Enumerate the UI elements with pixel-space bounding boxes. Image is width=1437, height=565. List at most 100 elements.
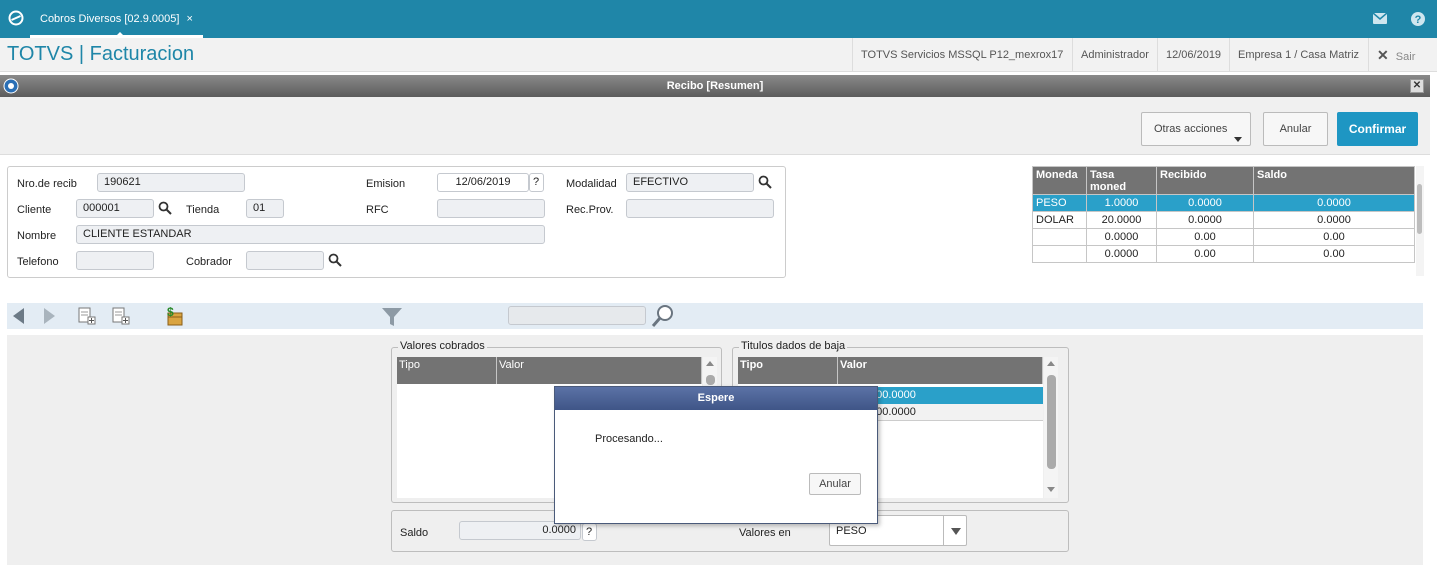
currency-grid-header: Moneda Tasa moned Recibido Saldo bbox=[1032, 166, 1415, 195]
top-tab-bar: Cobros Diversos [02.9.0005] × ? bbox=[0, 0, 1437, 38]
navigation-toolbar: $ bbox=[7, 303, 1423, 329]
other-actions-label: Otras acciones bbox=[1154, 123, 1228, 135]
tab-label: Cobros Diversos [02.9.0005] bbox=[40, 13, 180, 25]
server-info: TOTVS Servicios MSSQL P12_mexrox17 bbox=[852, 38, 1071, 72]
window-title: Recibo [Resumen] bbox=[666, 80, 764, 92]
valores-en-value: PESO bbox=[836, 525, 867, 537]
window-logo-icon bbox=[3, 78, 19, 94]
window-title-bar: Recibo [Resumen] ✕ bbox=[0, 75, 1430, 97]
company-info: Empresa 1 / Casa Matriz bbox=[1229, 38, 1367, 72]
totvs-logo-icon bbox=[8, 10, 24, 26]
user-info: Administrador bbox=[1072, 38, 1157, 72]
titulos-scrollbar[interactable] bbox=[1044, 357, 1058, 498]
receipt-form: Nro.de recib 190621 Emision 12/06/2019 ?… bbox=[7, 166, 786, 278]
nombre-label: Nombre bbox=[17, 230, 57, 242]
saldo-label: Saldo bbox=[400, 527, 429, 539]
action-bar: Otras acciones Anular Confirmar bbox=[0, 97, 1430, 155]
dialog-message: Procesando... bbox=[595, 433, 663, 445]
col-tipo[interactable]: Tipo bbox=[397, 357, 497, 384]
col-saldo[interactable]: Saldo bbox=[1253, 166, 1415, 195]
mail-icon[interactable] bbox=[1373, 13, 1387, 24]
window-close-icon[interactable]: ✕ bbox=[1410, 79, 1424, 93]
close-icon: ✕ bbox=[1377, 47, 1389, 63]
wait-dialog: Espere Procesando... Anular bbox=[554, 386, 878, 524]
cell bbox=[1032, 245, 1087, 263]
emision-help-button[interactable]: ? bbox=[529, 173, 544, 192]
cliente-label: Cliente bbox=[17, 204, 52, 216]
search-icon[interactable] bbox=[651, 304, 675, 328]
cell: 20.0000 bbox=[1086, 211, 1157, 229]
emision-field[interactable]: 12/06/2019 bbox=[437, 173, 529, 192]
money-box-icon[interactable]: $ bbox=[162, 305, 184, 327]
titulos-title: Titulos dados de baja bbox=[739, 340, 848, 352]
cell: 1.0000 bbox=[1086, 194, 1157, 212]
table-row[interactable]: PESO 1.0000 0.0000 0.0000 bbox=[1032, 194, 1415, 212]
col-valor[interactable]: Valor bbox=[497, 357, 702, 384]
date-info: 12/06/2019 bbox=[1157, 38, 1229, 72]
copy-document-icon[interactable] bbox=[112, 307, 130, 325]
cell: 0.00 bbox=[1253, 245, 1415, 263]
dialog-cancel-button[interactable]: Anular bbox=[809, 473, 861, 495]
exit-label: Sair bbox=[1395, 51, 1416, 63]
search-input[interactable] bbox=[508, 306, 646, 325]
tienda-label: Tienda bbox=[186, 204, 220, 216]
telefono-field[interactable] bbox=[76, 251, 154, 270]
add-document-icon[interactable] bbox=[78, 307, 96, 325]
cliente-field[interactable]: 000001 bbox=[76, 199, 154, 218]
svg-text:$: $ bbox=[167, 305, 174, 319]
currency-grid-scrollbar[interactable] bbox=[1416, 166, 1424, 276]
telefono-label: Telefono bbox=[17, 256, 59, 268]
other-actions-button[interactable]: Otras acciones bbox=[1141, 112, 1251, 146]
cell: 0.0000 bbox=[1253, 211, 1415, 229]
table-row[interactable]: 0.0000 0.00 0.00 bbox=[1032, 228, 1415, 246]
saldo-help-button[interactable]: ? bbox=[582, 523, 597, 541]
emision-label: Emision bbox=[366, 178, 406, 190]
search-icon[interactable] bbox=[158, 201, 172, 215]
recprov-field[interactable] bbox=[626, 199, 774, 218]
cell: 0.0000 bbox=[1086, 245, 1157, 263]
col-tasa[interactable]: Tasa moned bbox=[1086, 166, 1157, 195]
col-recibido[interactable]: Recibido bbox=[1156, 166, 1254, 195]
modalidad-field[interactable]: EFECTIVO bbox=[626, 173, 754, 192]
app-header: TOTVS | Facturacion TOTVS Servicios MSSQ… bbox=[0, 38, 1437, 72]
col-valor[interactable]: Valor bbox=[838, 357, 1043, 384]
table-row[interactable]: DOLAR 20.0000 0.0000 0.0000 bbox=[1032, 211, 1415, 229]
cell: 0.0000 bbox=[1156, 194, 1254, 212]
search-icon[interactable] bbox=[758, 175, 772, 189]
cobrador-label: Cobrador bbox=[186, 256, 232, 268]
cell: 0.00 bbox=[1156, 245, 1254, 263]
search-icon[interactable] bbox=[328, 253, 342, 267]
col-moneda[interactable]: Moneda bbox=[1032, 166, 1087, 195]
dropdown-arrow-icon bbox=[1234, 137, 1242, 142]
right-edge bbox=[1430, 75, 1437, 565]
cobrador-field[interactable] bbox=[246, 251, 324, 270]
help-icon[interactable]: ? bbox=[1410, 11, 1426, 27]
tab-cobros-diversos[interactable]: Cobros Diversos [02.9.0005] × bbox=[30, 3, 203, 38]
rfc-label: RFC bbox=[366, 204, 389, 216]
next-icon[interactable] bbox=[43, 308, 55, 324]
cell: 0.00 bbox=[1253, 228, 1415, 246]
tab-close-icon[interactable]: × bbox=[186, 13, 192, 25]
col-tipo[interactable]: Tipo bbox=[738, 357, 838, 384]
tienda-field[interactable]: 01 bbox=[246, 199, 284, 218]
dialog-title: Espere bbox=[555, 387, 877, 410]
svg-text:?: ? bbox=[1415, 14, 1422, 26]
cancel-button[interactable]: Anular bbox=[1263, 112, 1328, 146]
modalidad-label: Modalidad bbox=[566, 178, 617, 190]
currency-grid[interactable]: Moneda Tasa moned Recibido Saldo PESO 1.… bbox=[1032, 166, 1415, 263]
cell: PESO bbox=[1032, 194, 1087, 212]
table-row[interactable]: 0.0000 0.00 0.00 bbox=[1032, 245, 1415, 263]
cell: 0.0000 bbox=[1086, 228, 1157, 246]
cell: 0.00 bbox=[1156, 228, 1254, 246]
cell: DOLAR bbox=[1032, 211, 1087, 229]
recprov-label: Rec.Prov. bbox=[566, 204, 614, 216]
previous-icon[interactable] bbox=[13, 308, 25, 324]
confirm-button[interactable]: Confirmar bbox=[1337, 112, 1418, 146]
filter-icon[interactable] bbox=[381, 306, 403, 328]
rfc-field[interactable] bbox=[437, 199, 545, 218]
nombre-field[interactable]: CLIENTE ESTANDAR bbox=[76, 225, 545, 244]
exit-button[interactable]: ✕ Sair bbox=[1368, 38, 1437, 72]
cell: 0.0000 bbox=[1253, 194, 1415, 212]
valores-en-label: Valores en bbox=[739, 527, 791, 539]
nro-field[interactable]: 190621 bbox=[97, 173, 245, 192]
